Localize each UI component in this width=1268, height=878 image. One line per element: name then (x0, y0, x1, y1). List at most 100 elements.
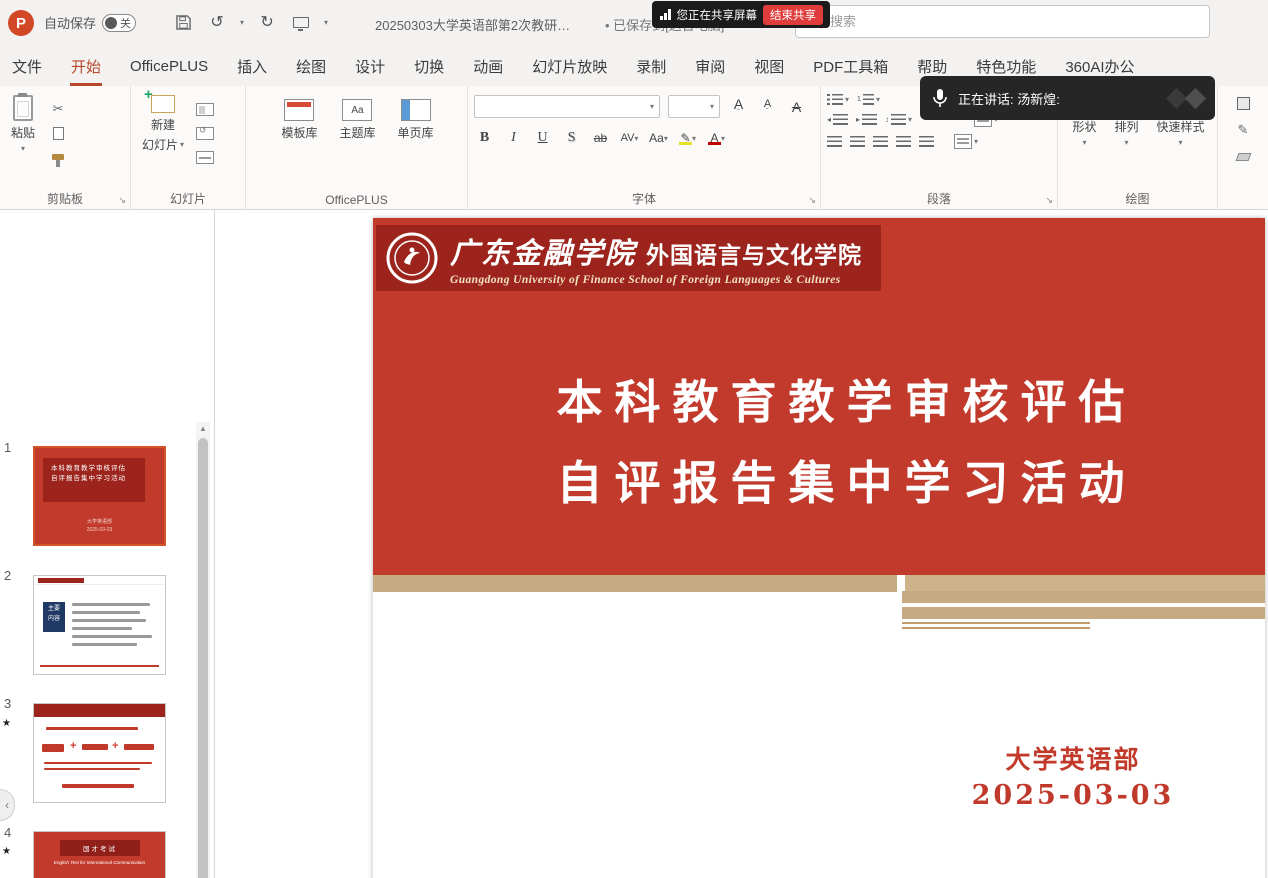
menu-tab-pdf-tools[interactable]: PDF工具箱 (812, 47, 889, 86)
eraser-icon[interactable] (1233, 148, 1253, 166)
character-spacing-button[interactable]: AV▾ (619, 127, 640, 149)
autosave-toggle[interactable]: 关 (102, 14, 136, 32)
paste-button[interactable]: 粘贴 ▾ (6, 92, 40, 191)
menu-tab-file[interactable]: 文件 (11, 47, 43, 86)
columns-dropdown-icon: ▾ (974, 137, 978, 146)
slide-layout-icon[interactable] (195, 100, 215, 118)
cut-icon[interactable]: ✂ (48, 100, 68, 118)
strikethrough-button[interactable]: ab (590, 127, 611, 149)
speaking-text: 正在讲话: 汤新煌: (958, 89, 1159, 108)
autosave-control[interactable]: 自动保存 关 (44, 13, 136, 32)
document-title[interactable]: 20250303大学英语部第2次教研… (375, 15, 570, 34)
line-spacing-button[interactable]: ↕▾ (885, 114, 912, 125)
align-right-button[interactable] (873, 136, 888, 147)
undo-dropdown-icon[interactable]: ▾ (240, 18, 244, 27)
menu-tab-draw[interactable]: 绘图 (295, 47, 327, 86)
paragraph-dialog-launcher-icon[interactable]: ↘ (1045, 195, 1053, 206)
ink-pen-icon[interactable]: ✎ (1233, 121, 1253, 139)
clipboard-dialog-launcher-icon[interactable]: ↘ (118, 195, 126, 206)
slide-canvas-area[interactable]: 广东金融学院 外国语言与文化学院 Guangdong University of… (215, 210, 1268, 878)
menu-tab-insert[interactable]: 插入 (236, 47, 268, 86)
thumbnail-scrollbar[interactable]: ▲ (196, 422, 210, 878)
drawing-group-label: 绘图 (1058, 190, 1217, 207)
paste-dropdown-icon[interactable]: ▾ (21, 144, 25, 153)
reset-slide-icon[interactable] (195, 124, 215, 142)
template-library-button[interactable]: 模板库 (276, 96, 322, 191)
menu-tab-transitions[interactable]: 切换 (413, 47, 445, 86)
slide-thumbnail-4[interactable]: 国才考试 English Test for International Comm… (33, 831, 166, 878)
numbered-dropdown-icon: ▾ (876, 95, 880, 104)
slide-1-canvas[interactable]: 广东金融学院 外国语言与文化学院 Guangdong University of… (373, 218, 1265, 878)
change-case-button[interactable]: Aa▾ (648, 127, 669, 149)
menu-tab-record[interactable]: 录制 (635, 47, 667, 86)
officeplus-group-label: OfficePLUS (246, 193, 467, 207)
slide-thumbnail-2[interactable]: 主要 内容 (33, 575, 166, 675)
numbered-list-button[interactable]: 1▾ (857, 94, 880, 105)
menu-tab-home[interactable]: 开始 (70, 47, 102, 86)
font-name-combo[interactable]: ▾ (474, 95, 660, 118)
ribbon-group-slides: 新建 幻灯片 ▾ 幻灯片 (131, 86, 246, 209)
font-color-dropdown-icon: ▾ (721, 134, 725, 143)
underline-button[interactable]: U (532, 127, 553, 149)
new-slide-dropdown-icon[interactable]: ▾ (180, 140, 184, 149)
align-left-button[interactable] (827, 136, 842, 147)
search-input[interactable] (830, 14, 1170, 29)
bold-button[interactable]: B (474, 127, 495, 149)
end-share-button[interactable]: 结束共享 (763, 5, 823, 25)
redo-icon[interactable]: ↻ (256, 9, 278, 35)
theme-library-button[interactable]: Aa 主题库 (334, 96, 380, 191)
animation-star-icon-3: ★ (2, 718, 11, 729)
align-center-button[interactable] (850, 136, 865, 147)
slide-thumbnail-3[interactable]: + + (33, 703, 166, 803)
ribbon-group-clipboard: 粘贴 ▾ ✂ 剪贴板 ↘ (0, 86, 131, 209)
decrease-indent-button[interactable]: ◂ (827, 114, 848, 125)
section-icon[interactable] (195, 148, 215, 166)
decrease-font-button[interactable]: Aˇ (757, 96, 778, 118)
slide-thumbnail-1[interactable]: 本科教育教学审核评估 自评报告集中学习活动 大学英语部 2025-03-03 (33, 446, 166, 546)
columns-button[interactable]: ▾ (954, 134, 978, 149)
menu-tab-view[interactable]: 视图 (753, 47, 785, 86)
present-icon[interactable] (290, 9, 312, 35)
thumb-decor (72, 603, 150, 606)
thumb-decor (72, 635, 152, 638)
number-glyph: 1 (857, 96, 861, 103)
increase-font-button[interactable]: Aˆ (728, 96, 749, 118)
slide-footer-textbox[interactable]: 大学英语部 2025-03-03 (893, 740, 1253, 811)
menu-tab-officeplus[interactable]: OfficePLUS (129, 49, 209, 84)
format-painter-icon[interactable] (48, 148, 68, 166)
menu-tab-review[interactable]: 审阅 (694, 47, 726, 86)
thumb2-box-line1: 主要 (43, 604, 65, 614)
bullet-list-button[interactable]: ▾ (827, 94, 849, 105)
copy-icon[interactable] (48, 124, 68, 142)
font-color-button[interactable]: A▾ (706, 127, 727, 149)
font-size-combo[interactable]: ▾ (668, 95, 720, 118)
search-box[interactable] (795, 5, 1210, 38)
spacing-lines-icon (891, 114, 906, 125)
text-shadow-button[interactable]: S (561, 127, 582, 149)
slide-title-line2: 自评报告集中学习活动 (428, 447, 1265, 513)
thumb1-footer-date: 2025-03-03 (35, 527, 164, 535)
save-icon[interactable] (172, 9, 194, 35)
slide-title-textbox[interactable]: 本科教育教学审核评估 自评报告集中学习活动 (373, 366, 1265, 513)
thin-line-1 (902, 622, 1090, 624)
font-group-label: 字体 (468, 190, 820, 207)
clear-formatting-button[interactable]: A (786, 96, 807, 118)
font-dialog-launcher-icon[interactable]: ↘ (808, 195, 816, 206)
scroll-up-icon[interactable]: ▲ (196, 424, 210, 433)
menu-tab-animations[interactable]: 动画 (472, 47, 504, 86)
slide-header-band[interactable]: 广东金融学院 外国语言与文化学院 Guangdong University of… (376, 225, 881, 291)
page-library-button[interactable]: 单页库 (393, 96, 439, 191)
italic-button[interactable]: I (503, 127, 524, 149)
toolbar-overflow-icon[interactable]: ▾ (324, 18, 328, 27)
menu-tab-slideshow[interactable]: 幻灯片放映 (531, 47, 608, 86)
undo-icon[interactable]: ↺ (206, 9, 228, 35)
scrollbar-thumb[interactable] (198, 438, 208, 878)
highlight-color-button[interactable]: ✎▾ (677, 127, 698, 149)
menu-tab-design[interactable]: 设计 (354, 47, 386, 86)
distribute-button[interactable] (919, 136, 934, 147)
justify-button[interactable] (896, 136, 911, 147)
increase-indent-button[interactable]: ▸ (856, 114, 877, 125)
font-size-dropdown-icon: ▾ (710, 102, 714, 111)
new-slide-button[interactable]: 新建 幻灯片 ▾ (137, 92, 189, 191)
fill-bucket-icon[interactable] (1233, 94, 1253, 112)
